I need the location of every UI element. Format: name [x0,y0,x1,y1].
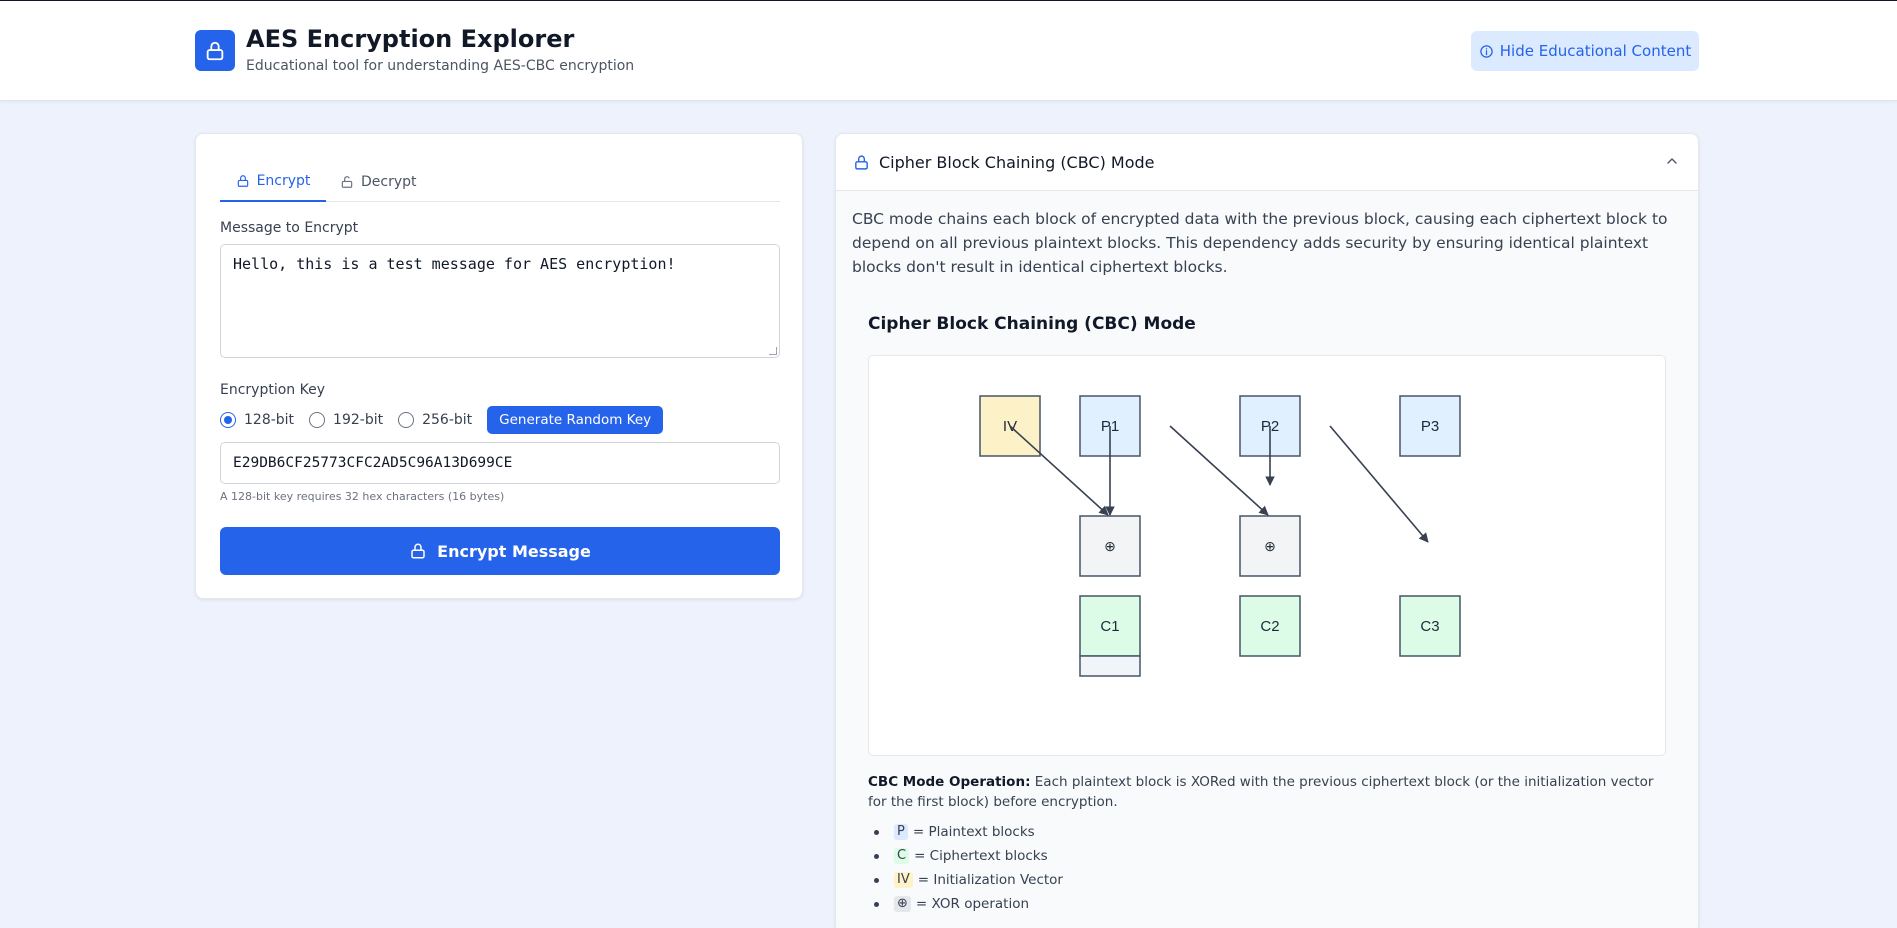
legend-item-plaintext: P = Plaintext blocks [868,820,1063,844]
c1-label: C1 [1100,618,1119,635]
legend-item-ciphertext: C = Ciphertext blocks [868,844,1063,868]
key-size-192[interactable]: 192-bit [309,412,383,428]
resize-handle[interactable] [769,347,777,355]
chevron-up-icon[interactable] [1664,153,1680,169]
lock-logo-icon [195,30,235,71]
lock-icon [855,154,868,170]
xor-block-2: ⊕ [1239,515,1301,577]
tab-decrypt[interactable]: Decrypt [340,162,430,202]
message-value: Hello, this is a test message for AES en… [233,255,676,273]
bullet-icon [874,877,879,883]
legend-text: = Plaintext blocks [912,824,1035,840]
info-icon [1480,44,1493,58]
unlock-icon [341,176,353,188]
radio-256-bit[interactable] [398,412,415,428]
legend-text: = Ciphertext blocks [914,848,1048,864]
radio-128-bit[interactable] [220,412,236,428]
legend-item-xor: ⊕ = XOR operation [868,892,1063,916]
bullet-icon [874,829,879,835]
tab-decrypt-label: Decrypt [361,174,417,190]
c3-label: C3 [1420,618,1439,635]
key-size-256[interactable]: 256-bit [398,412,472,428]
lock-icon [237,175,248,187]
hide-educational-content-label: Hide Educational Content [1499,42,1692,60]
cbc-info-panel: Cipher Block Chaining (CBC) Mode CBC mod… [835,133,1699,928]
c2-label: C2 [1260,618,1279,635]
cbc-section-title: Cipher Block Chaining (CBC) Mode [879,152,1155,172]
legend-item-iv: IV = Initialization Vector [868,868,1063,892]
generate-random-key-button[interactable]: Generate Random Key [487,406,664,434]
key-size-256-label: 256-bit [422,412,473,428]
lock-icon [411,543,425,559]
bullet-icon [874,901,879,907]
legend-text: = Initialization Vector [917,872,1063,888]
ciphertext-chip: C [894,848,910,864]
tab-encrypt[interactable]: Encrypt [220,162,326,202]
cbc-diagram-svg: IV P1 P2 P3 ⊕ ⊕ C1 C2 C3 [979,395,1461,677]
plaintext-chip: P [894,824,908,840]
ciphertext-block-c2: C2 [1239,595,1301,657]
cbc-description: CBC mode chains each block of encrypted … [852,210,1668,276]
encrypt-message-button[interactable]: Encrypt Message [220,527,780,575]
app-header: AES Encryption Explorer Educational tool… [0,1,1897,101]
xor-block-1: ⊕ [1079,515,1141,577]
encrypt-panel: Encrypt Decrypt Message to Encrypt Hello… [195,133,803,599]
encryption-key-input[interactable]: E29DB6CF25773CFC2AD5C96A13D699CE [220,442,780,484]
radio-192-bit[interactable] [309,412,326,428]
p3-label: P3 [1421,418,1439,435]
cbc-operation-text: CBC Mode Operation: Each plaintext block… [868,772,1668,812]
ciphertext-block-c1: C1 [1079,595,1141,677]
xor-symbol-1: ⊕ [1104,538,1116,554]
key-value: E29DB6CF25773CFC2AD5C96A13D699CE [233,455,513,471]
key-size-128[interactable]: 128-bit [220,412,294,428]
cbc-diagram: IV P1 P2 P3 ⊕ ⊕ C1 C2 C3 [868,355,1666,756]
hide-educational-content-button[interactable]: Hide Educational Content [1471,31,1699,71]
mode-tabs: Encrypt Decrypt [220,162,780,202]
xor-chip: ⊕ [894,896,911,912]
iv-chip: IV [894,872,913,888]
bullet-icon [874,853,879,859]
app-subtitle: Educational tool for understanding AES-C… [246,58,635,74]
tab-encrypt-label: Encrypt [256,173,311,189]
key-size-192-label: 192-bit [333,412,384,428]
c1-output-segment [1079,655,1141,677]
ciphertext-block-c3: C3 [1399,595,1461,657]
legend-text: = XOR operation [915,896,1030,912]
key-size-options: 128-bit 192-bit 256-bit Generate Random … [220,406,664,434]
key-size-128-label: 128-bit [244,412,295,428]
cbc-legend: P = Plaintext blocks C = Ciphertext bloc… [868,820,1063,916]
key-label: Encryption Key [220,382,325,398]
key-hint: A 128-bit key requires 32 hex characters… [220,490,505,503]
xor-symbol-2: ⊕ [1264,538,1276,554]
app-title: AES Encryption Explorer [246,25,575,53]
encrypt-message-label: Encrypt Message [437,541,591,561]
message-textarea[interactable]: Hello, this is a test message for AES en… [220,244,780,358]
operation-label: CBC Mode Operation: [868,774,1031,790]
message-label: Message to Encrypt [220,220,359,236]
diagram-title: Cipher Block Chaining (CBC) Mode [868,314,1196,334]
plaintext-block-p3: P3 [1399,395,1461,457]
cbc-accordion-header[interactable]: Cipher Block Chaining (CBC) Mode [836,134,1698,191]
